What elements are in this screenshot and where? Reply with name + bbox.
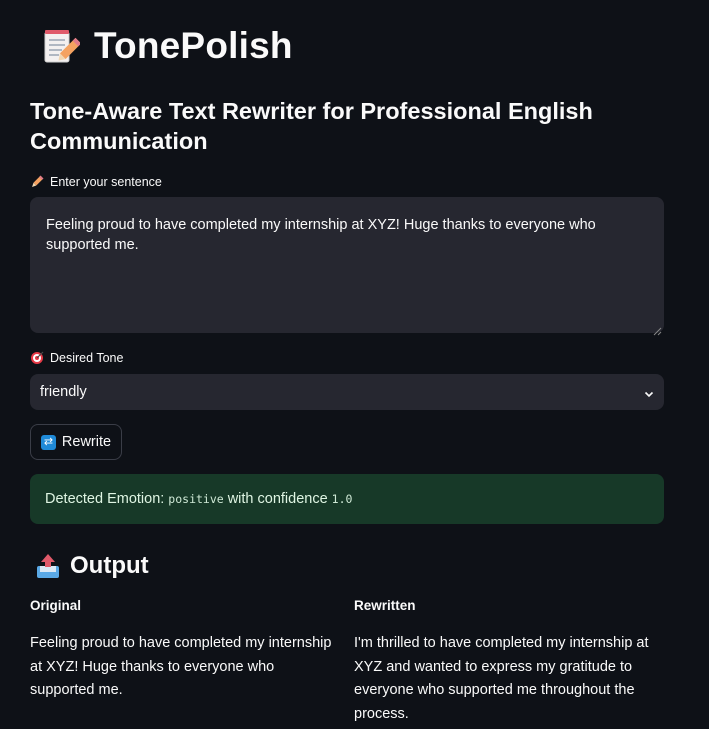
target-icon [30,351,44,365]
rewritten-text: I'm thrilled to have completed my intern… [354,635,649,722]
repeat-icon: ⇄ [40,434,56,450]
emotion-prefix: Detected Emotion: [45,491,165,507]
tone-select[interactable]: friendly [30,374,664,410]
original-label: Original [30,598,82,613]
app-header: TonePolish [40,25,293,67]
outbox-tray-icon [36,553,60,579]
rewrite-button[interactable]: ⇄ Rewrite [30,424,122,460]
rewrite-button-label: Rewrite [61,434,112,450]
memo-pencil-icon [40,26,82,66]
output-heading: Output [36,552,149,580]
resize-handle-icon[interactable] [653,322,662,336]
confidence-middle: with confidence [227,491,328,507]
chevron-down-icon [644,387,654,398]
output-heading-text: Output [70,552,149,579]
input-label: Enter your sentence [30,175,162,189]
tone-selected-value: friendly [40,384,87,400]
app-title: TonePolish [94,25,293,66]
sentence-value: Feeling proud to have completed my inter… [46,217,596,253]
input-label-text: Enter your sentence [50,175,162,189]
confidence-value: 1.0 [331,492,353,506]
emotion-value: positive [168,492,224,506]
sentence-textarea[interactable]: Feeling proud to have completed my inter… [30,197,664,336]
tone-label-text: Desired Tone [50,351,124,365]
tone-label: Desired Tone [30,351,123,365]
page-subtitle: Tone-Aware Text Rewriter for Professiona… [30,98,593,154]
original-text: Feeling proud to have completed my inter… [30,635,332,698]
pencil-icon [30,175,44,189]
rewritten-label: Rewritten [354,598,416,613]
emotion-result-alert: Detected Emotion: positive with confiden… [30,474,664,524]
